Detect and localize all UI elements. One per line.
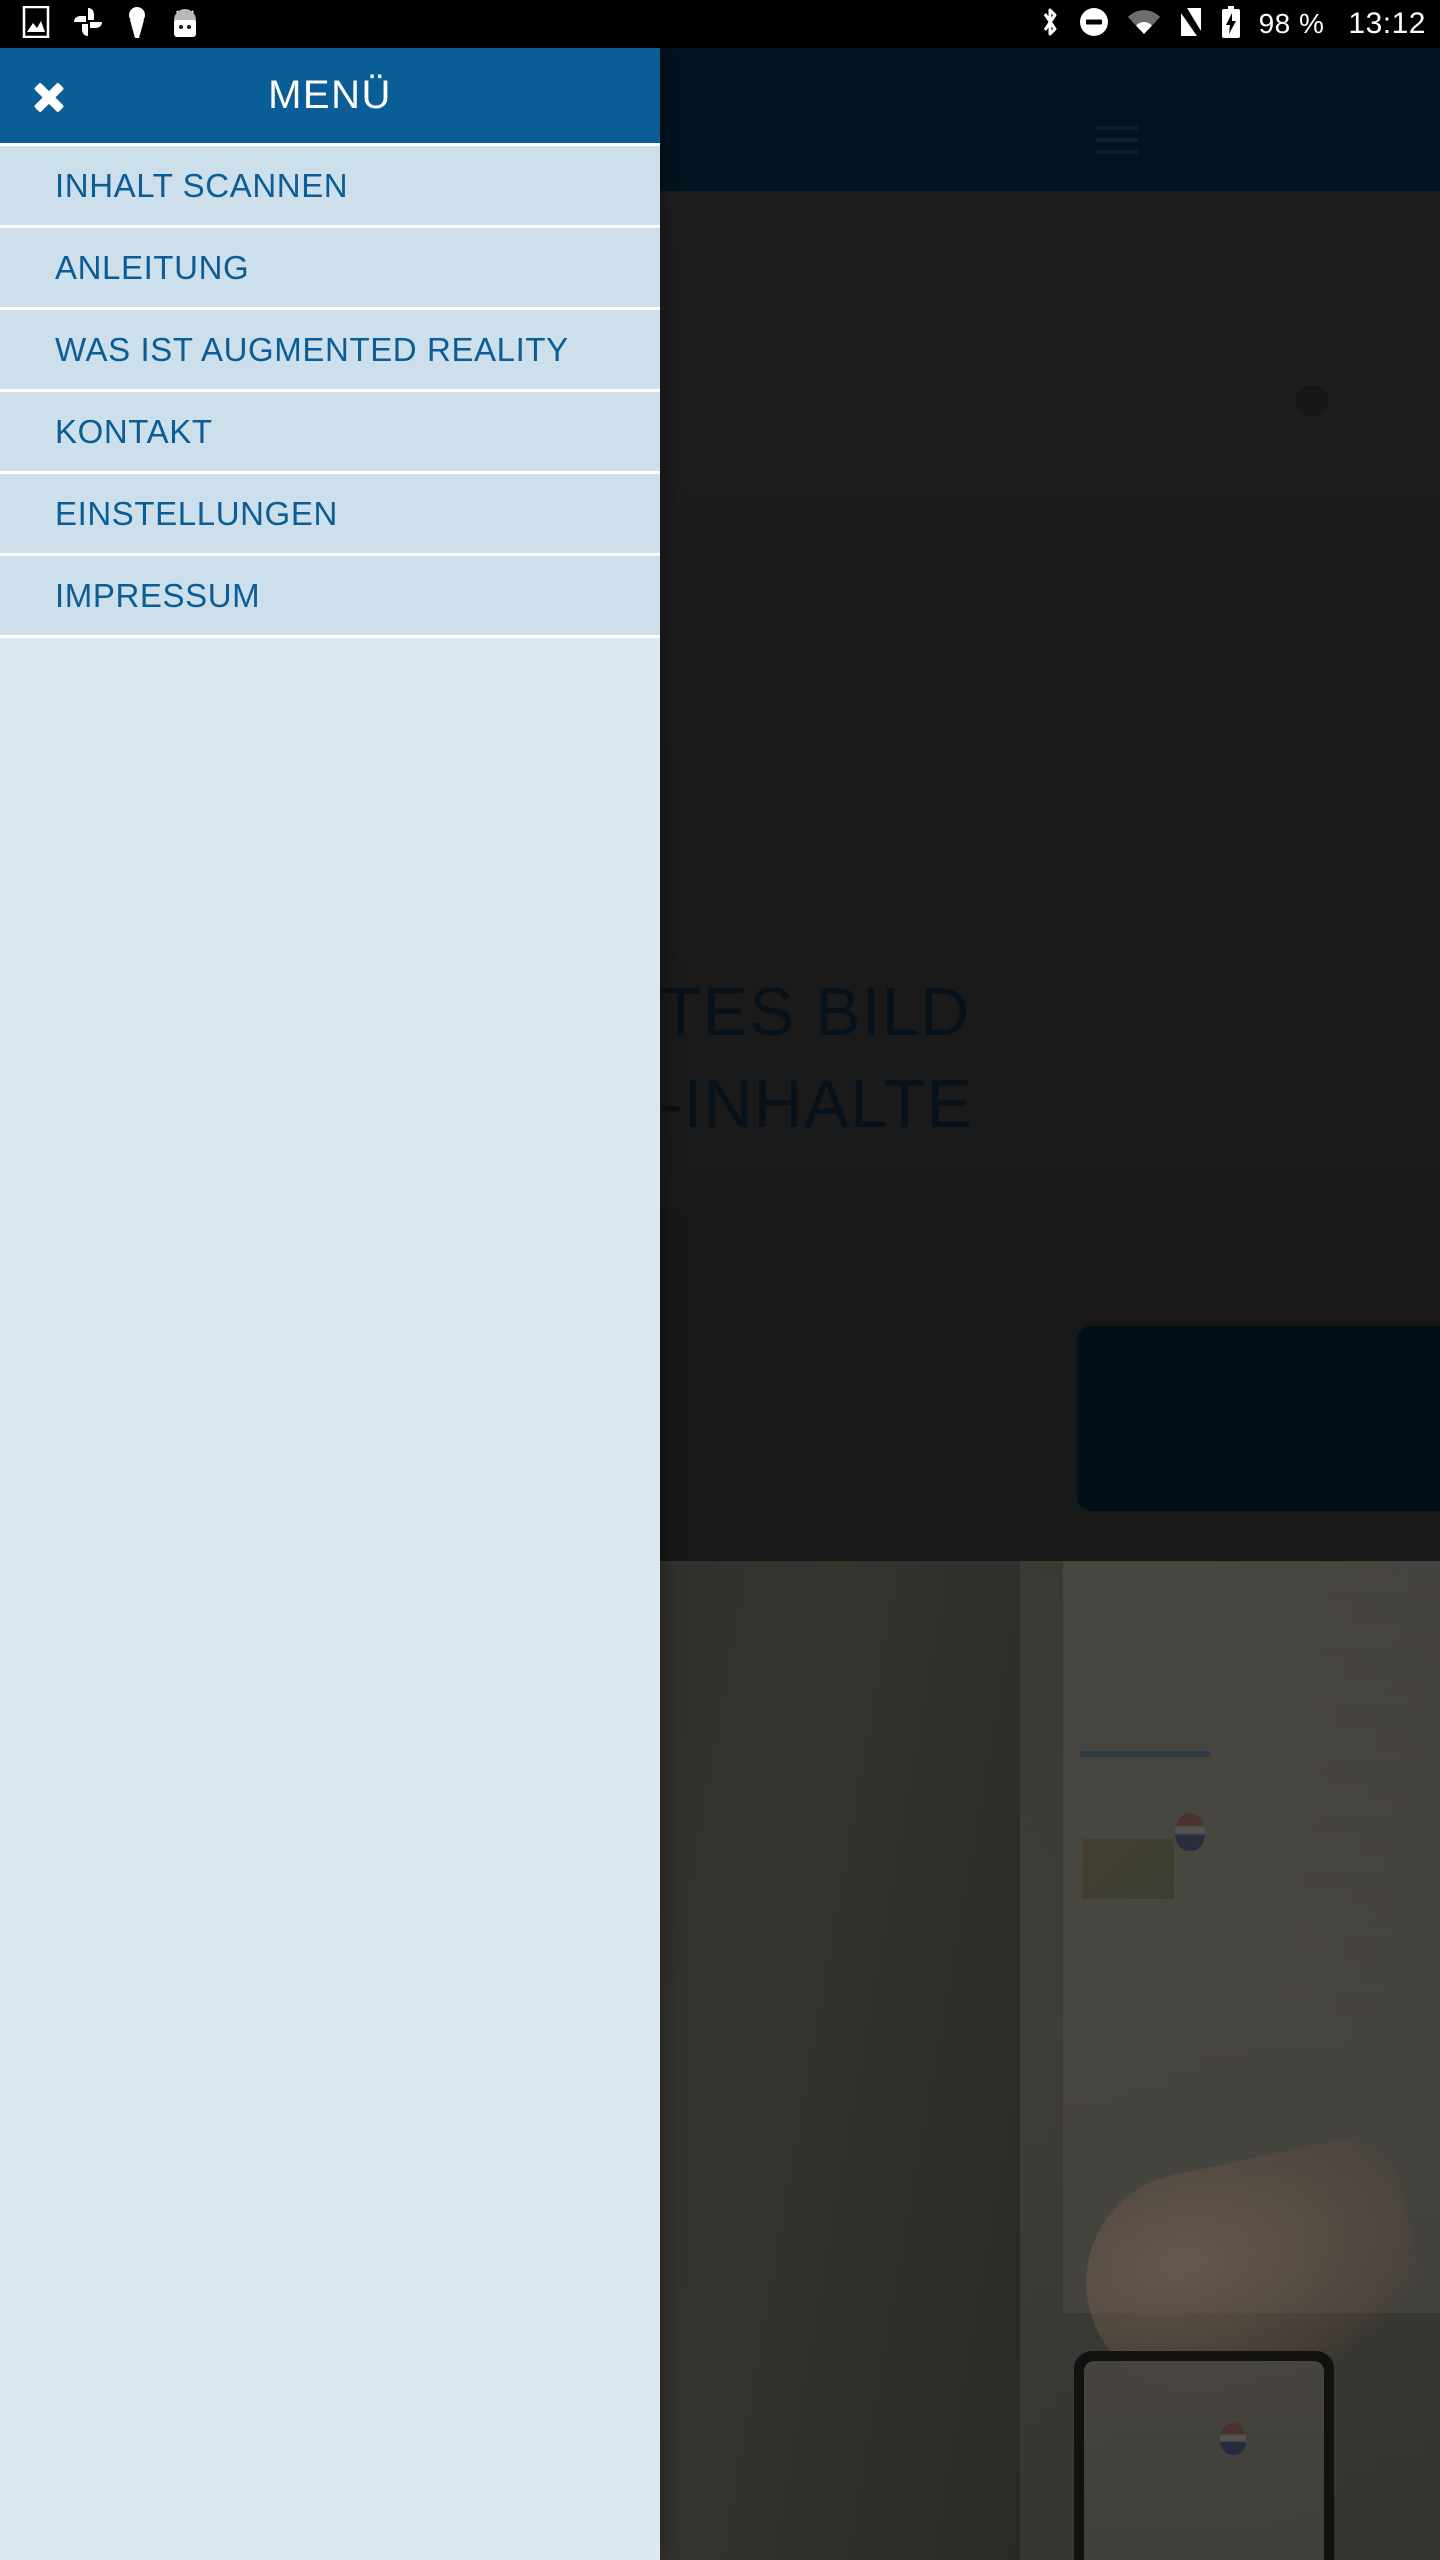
drawer-header: MENÜ (0, 48, 660, 143)
do-not-disturb-icon (1079, 7, 1109, 42)
status-bar: 98 % 13:12 (0, 0, 1440, 48)
menu-item-instructions[interactable]: ANLEITUNG (0, 228, 660, 310)
menu-item-settings[interactable]: EINSTELLUNGEN (0, 474, 660, 556)
battery-charging-icon (1221, 5, 1241, 43)
menu-item-scan-content[interactable]: INHALT SCANNEN (0, 146, 660, 228)
wifi-icon (1127, 8, 1161, 41)
status-bar-notification-icons (22, 5, 200, 43)
menu-item-label: INHALT SCANNEN (55, 166, 349, 204)
drawer-title: MENÜ (268, 73, 392, 117)
navigation-drawer: MENÜ INHALT SCANNEN ANLEITUNG WAS IST AU… (0, 48, 660, 2560)
battery-percentage-label: 98 % (1258, 8, 1325, 39)
bluetooth-icon (1039, 6, 1061, 43)
no-sim-icon (1179, 7, 1203, 42)
drawer-empty-area (0, 638, 660, 2108)
status-bar-system-icons: 98 % 13:12 (1039, 5, 1426, 43)
menu-item-label: EINSTELLUNGEN (55, 494, 338, 532)
phone-screen: TES BILD -INHALTE 98 % 13:12 MENÜ INHALT… (0, 0, 1440, 2560)
google-photos-icon (72, 6, 104, 43)
menu-item-label: IMPRESSUM (55, 576, 261, 614)
menu-item-label: ANLEITUNG (55, 248, 250, 286)
menu-item-imprint[interactable]: IMPRESSUM (0, 556, 660, 638)
location-pin-icon (126, 6, 148, 43)
menu-item-what-is-ar[interactable]: WAS IST AUGMENTED REALITY (0, 310, 660, 392)
screenshot-icon (22, 5, 50, 43)
status-bar-clock: 13:12 (1348, 7, 1426, 40)
menu-item-label: WAS IST AUGMENTED REALITY (55, 330, 569, 368)
menu-item-contact[interactable]: KONTAKT (0, 392, 660, 474)
android-system-icon (170, 6, 200, 43)
menu-item-label: KONTAKT (55, 412, 213, 450)
drawer-menu-list: INHALT SCANNEN ANLEITUNG WAS IST AUGMENT… (0, 143, 660, 638)
